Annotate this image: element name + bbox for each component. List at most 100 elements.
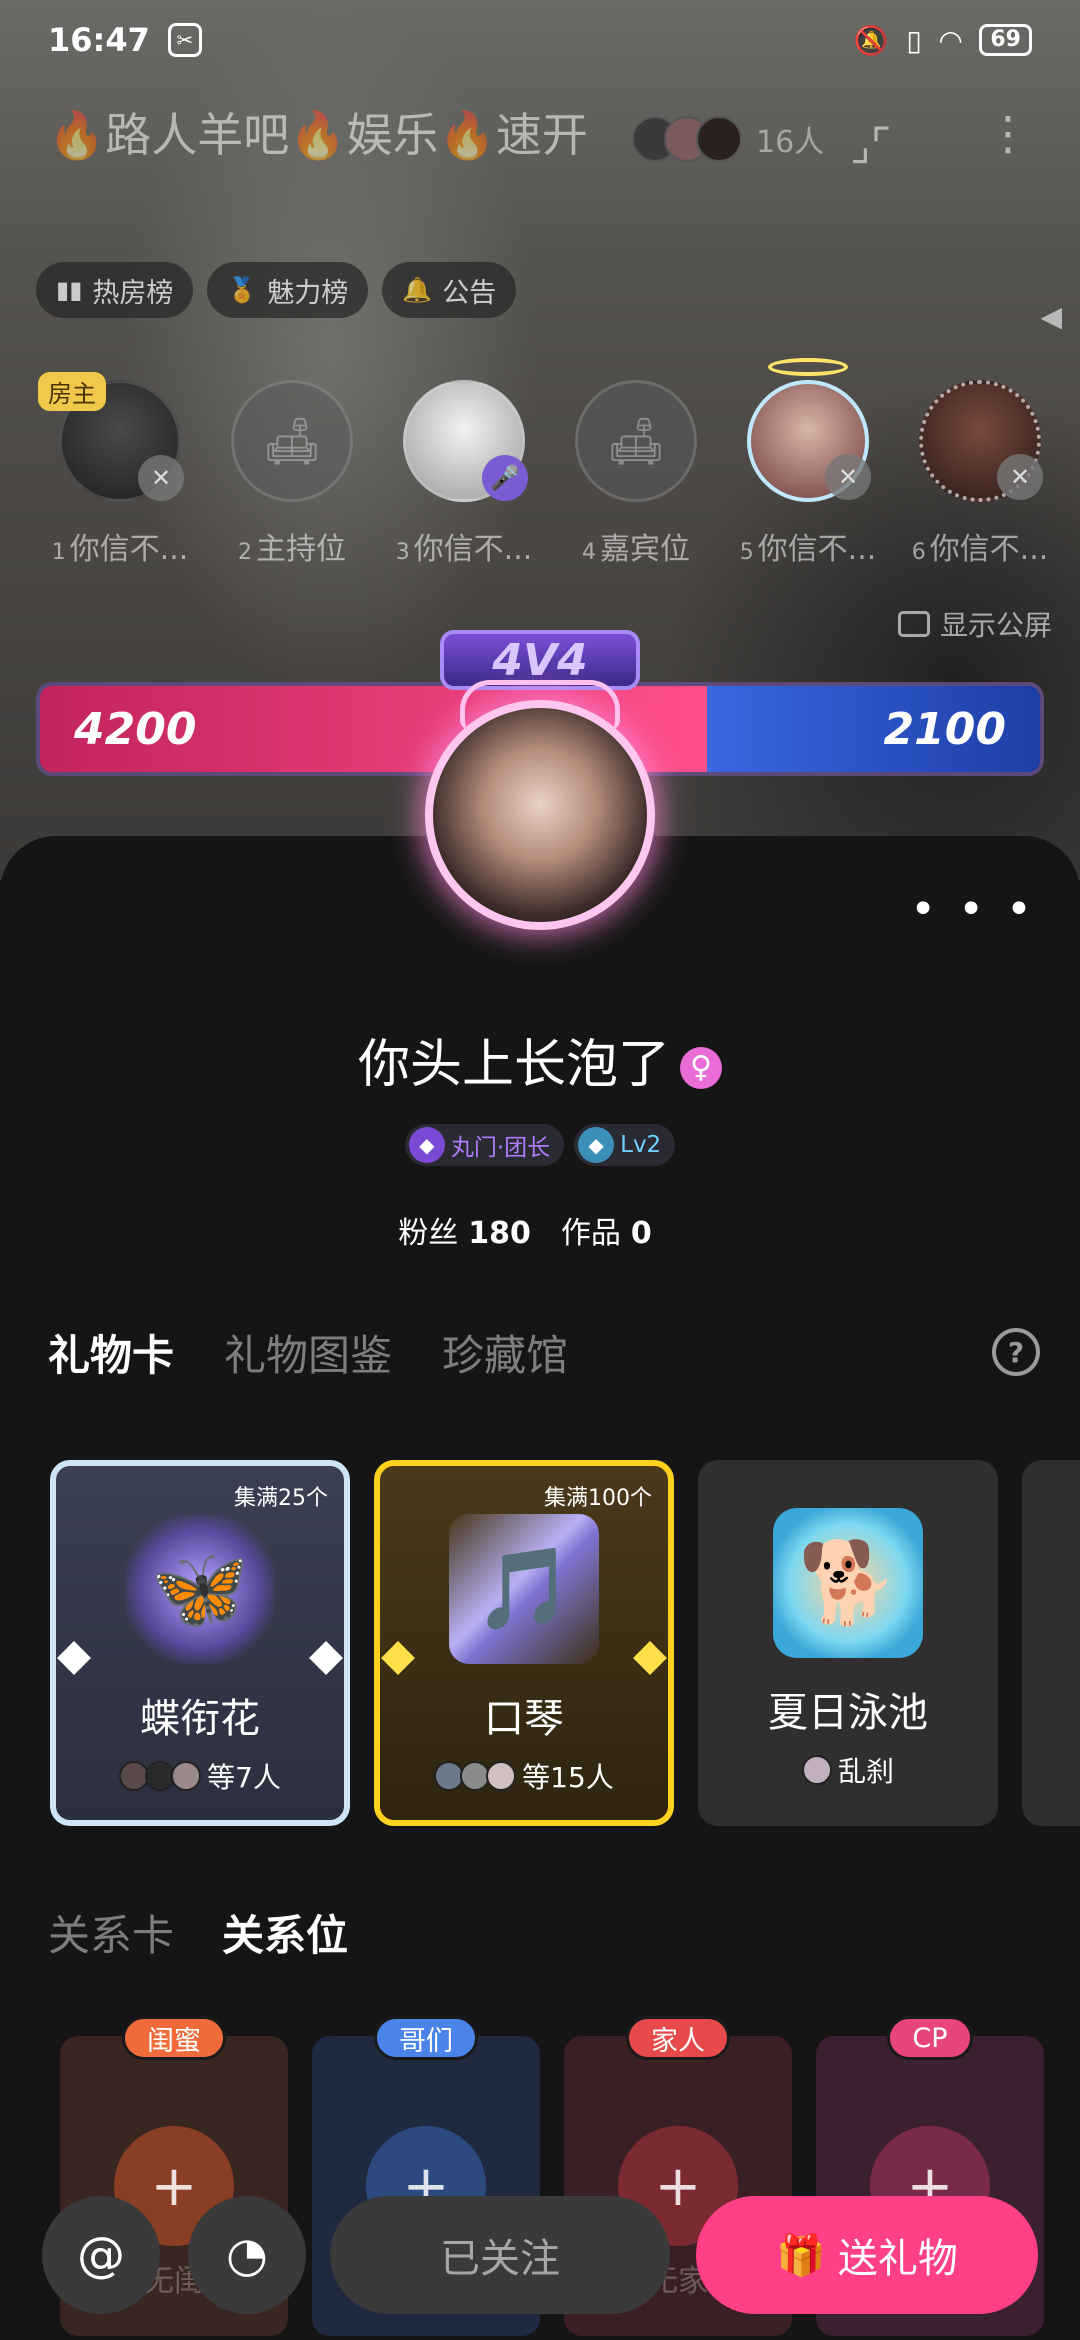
collect-goal: 集满100个 <box>544 1486 652 1511</box>
mic-muted-icon: ✕ <box>825 454 871 500</box>
diamond-ornament-icon <box>381 1641 415 1675</box>
gift-card[interactable]: 🐕 夏日泳池 乱刹 <box>698 1460 998 1826</box>
announcement-chip[interactable]: 🔔 公告 <box>382 262 517 318</box>
relation-tag: 哥们 <box>374 2016 478 2060</box>
gift-card-partial[interactable] <box>1022 1460 1080 1826</box>
seat-label: 3 你信不... <box>395 532 533 567</box>
avatar: 🎤 <box>403 380 528 502</box>
mic-seat-3[interactable]: 🎤 3 你信不... <box>384 380 544 568</box>
mention-button[interactable]: @ <box>42 2196 160 2314</box>
status-bar: 16:47 ✂ 🔕 ▯ ◠ 69 <box>0 0 1080 80</box>
level-badge[interactable]: ◆ Lv2 <box>574 1124 676 1166</box>
side-panel-arrow-icon[interactable]: ◀ <box>1040 300 1062 333</box>
tab-relation-card[interactable]: 关系卡 <box>48 1902 174 1963</box>
tab-collection[interactable]: 珍藏馆 <box>442 1322 568 1383</box>
pk-left-score: 4200 <box>74 704 197 755</box>
no-sim-icon: ▯ <box>906 23 922 57</box>
wifi-icon: ◠ <box>939 23 962 57</box>
gift-box-icon: 🎁 <box>776 2232 826 2279</box>
gift-card[interactable]: 集满100个 🎵 口琴 等15人 <box>374 1460 674 1826</box>
fans-count[interactable]: 180 <box>468 1216 531 1251</box>
seat-label: 6 你信不... <box>911 532 1049 567</box>
mic-seat-2[interactable]: 🛋 2 主持位 <box>212 380 372 568</box>
harmonica-icon: 🎵 <box>449 1514 599 1664</box>
room-title: 🔥路人羊吧🔥娱乐🔥速开 <box>48 108 588 162</box>
profile-stats: 粉丝 180 作品 0 <box>0 1208 1080 1252</box>
diamond-ornament-icon <box>309 1641 343 1675</box>
relation-tabs: 关系卡 关系位 <box>48 1902 349 1963</box>
tab-relation-slot[interactable]: 关系位 <box>222 1902 349 1963</box>
bar-chart-icon: ▮▮ <box>56 276 83 304</box>
mic-seat-4[interactable]: 🛋 4 嘉宾位 <box>556 380 716 568</box>
avatar <box>801 1755 832 1785</box>
mic-seat-6[interactable]: ✕ 6 你信不... <box>900 380 1060 568</box>
minimize-room-icon[interactable]: ⌟⌜ <box>850 120 891 171</box>
collector-count: 等15人 <box>522 1761 614 1794</box>
collector-count: 等7人 <box>207 1761 281 1794</box>
tab-gift-catalog[interactable]: 礼物图鉴 <box>224 1322 392 1383</box>
help-icon[interactable]: ? <box>992 1328 1040 1376</box>
group-leader-badge[interactable]: ◆ 丸门·团长 <box>404 1124 565 1166</box>
more-vertical-icon[interactable]: ⋮ <box>985 110 1031 156</box>
level-badge-icon: ◆ <box>578 1127 615 1163</box>
relation-tag: CP <box>887 2016 973 2060</box>
cat-ear-frame-icon <box>460 680 620 730</box>
avatar <box>486 1761 517 1791</box>
collect-goal: 集满25个 <box>234 1486 328 1511</box>
angel-halo-icon <box>768 358 848 376</box>
send-gift-button[interactable]: 🎁 送礼物 <box>696 2196 1038 2314</box>
tab-gift-card[interactable]: 礼物卡 <box>48 1322 175 1383</box>
works-label: 作品 <box>560 1216 621 1251</box>
mic-seat-5[interactable]: ✕ 5 你信不... <box>728 358 888 568</box>
seat-label: 1 你信不... <box>51 532 189 567</box>
room-chips: ▮▮ 热房榜 🏅 魅力榜 🔔 公告 <box>36 262 517 318</box>
room-owner-tag: 房主 <box>38 372 106 411</box>
avatar <box>171 1761 202 1791</box>
charm-rank-chip[interactable]: 🏅 魅力榜 <box>207 262 369 318</box>
room-online-users[interactable]: 16人 <box>632 116 824 162</box>
more-options-icon[interactable]: • • • <box>910 888 1036 932</box>
bell-icon: 🔔 <box>402 276 433 304</box>
mic-seats: 房主 ✕ 1 你信不... 🛋 2 主持位 🎤 3 你信不... 🛋 4 嘉宾位 ✕ 5… <box>38 358 1060 568</box>
avatar: ✕ <box>919 380 1043 502</box>
diamond-ornament-icon <box>633 1641 667 1675</box>
pk-right-score: 2100 <box>883 704 1006 755</box>
gift-collectors: 乱刹 <box>801 1750 894 1790</box>
seat-label: 4 嘉宾位 <box>582 532 690 567</box>
status-time: 16:47 <box>48 21 150 59</box>
chat-bubble-icon[interactable]: ◔ <box>188 2196 306 2314</box>
mic-muted-icon: ✕ <box>997 454 1043 500</box>
profile-avatar[interactable] <box>425 700 655 930</box>
hot-room-rank-chip[interactable]: ▮▮ 热房榜 <box>36 262 194 318</box>
public-screen-label: 显示公屏 <box>939 609 1052 642</box>
butterfly-flower-icon: 🦋 <box>125 1514 275 1664</box>
works-count[interactable]: 0 <box>631 1216 652 1251</box>
badge-label: Lv2 <box>620 1132 662 1158</box>
room-user-count: 16人 <box>756 125 825 160</box>
avatar: ✕ <box>747 380 871 502</box>
mic-seat-1[interactable]: 房主 ✕ 1 你信不... <box>38 372 200 568</box>
battery-icon: 69 <box>979 24 1032 56</box>
gift-card-list: 集满25个 🦋 蝶衔花 等7人 集满100个 🎵 口琴 等15人 🐕 夏日泳池 … <box>50 1460 1080 1826</box>
mic-on-icon: 🎤 <box>482 455 528 501</box>
gift-name: 夏日泳池 <box>768 1690 928 1736</box>
sofa-icon: 🛋 <box>575 380 697 502</box>
collector-name: 乱刹 <box>837 1755 894 1788</box>
diamond-ornament-icon <box>57 1641 91 1675</box>
gift-tabs: 礼物卡 礼物图鉴 珍藏馆 <box>48 1322 568 1383</box>
gift-collectors: 等7人 <box>119 1756 281 1796</box>
followed-button[interactable]: 已关注 <box>330 2196 670 2314</box>
mute-notification-icon: 🔕 <box>853 23 889 57</box>
relation-tag: 家人 <box>626 2016 730 2060</box>
charm-medal-icon: 🏅 <box>227 276 258 304</box>
gift-name: 口琴 <box>484 1696 564 1742</box>
badge-label: 丸门·团长 <box>450 1135 551 1161</box>
chip-label: 热房榜 <box>92 277 174 309</box>
show-public-screen-toggle[interactable]: 显示公屏 <box>897 604 1052 644</box>
female-icon: ♀ <box>680 1047 722 1089</box>
gift-card[interactable]: 集满25个 🦋 蝶衔花 等7人 <box>50 1460 350 1826</box>
seat-label: 5 你信不... <box>739 532 877 567</box>
chip-label: 公告 <box>442 277 497 309</box>
send-gift-label: 送礼物 <box>837 2236 958 2282</box>
profile-badges: ◆ 丸门·团长 ◆ Lv2 <box>0 1124 1080 1166</box>
